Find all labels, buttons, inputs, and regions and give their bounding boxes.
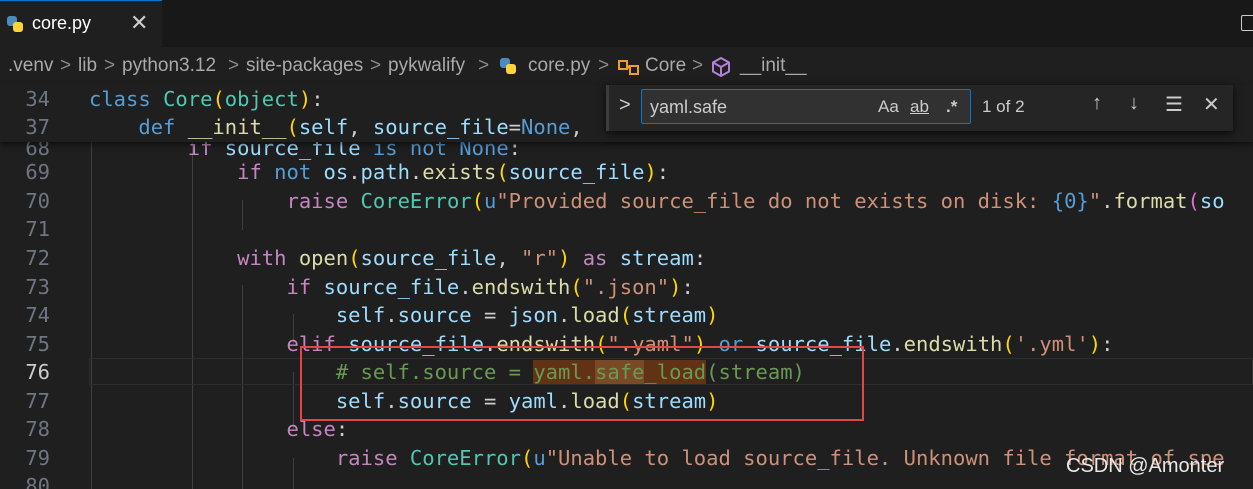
line-number: 77 (25, 389, 50, 413)
code-line: 74 self.source = json.load(stream) (0, 301, 1253, 329)
code-text: if not os.path.exists(source_file): (237, 160, 670, 184)
code-line: 71 (0, 215, 1253, 243)
match-count: 1 of 2 (982, 97, 1025, 116)
breadcrumb-item-core-py[interactable]: core.py (528, 55, 590, 77)
use-regex-toggle[interactable]: .* (946, 97, 957, 117)
breadcrumb-separator: > (692, 55, 704, 76)
next-match-arrow-down-icon[interactable]: ↓ (1129, 92, 1139, 115)
breadcrumb-item-pykwalify[interactable]: pykwalify (388, 55, 465, 77)
code-text: with open(source_file, "r") as stream: (237, 246, 707, 270)
breadcrumb-separator: > (478, 55, 490, 76)
annotation-highlight-box (300, 346, 864, 421)
tab-core-py[interactable]: core.py ✕ (0, 0, 162, 47)
code-line: 72 with open(source_file, "r") as stream… (0, 244, 1253, 272)
code-text: raise CoreError(u"Unable to load source_… (335, 446, 1225, 470)
code-text: if source_file.endswith(".json"): (286, 275, 694, 299)
line-number: 79 (25, 446, 50, 470)
python-file-icon (7, 16, 23, 32)
split-editor-icon[interactable] (1241, 15, 1253, 31)
line-number: 72 (25, 246, 50, 270)
close-icon[interactable]: ✕ (130, 10, 148, 36)
code-line: 70 raise CoreError(u"Provided source_fil… (0, 187, 1253, 215)
line-number: 78 (25, 417, 50, 441)
code-text: self.source = json.load(stream) (335, 303, 719, 327)
line-number: 34 (25, 87, 50, 111)
breadcrumb-separator: > (104, 55, 116, 76)
find-input[interactable] (650, 95, 870, 119)
breadcrumb-separator: > (370, 55, 382, 76)
breadcrumb-separator: > (60, 55, 72, 76)
line-number: 80 (25, 474, 50, 489)
code-text: raise CoreError(u"Provided source_file d… (286, 189, 1225, 213)
code-text: def __init__(self, source_file=None, (138, 115, 596, 139)
breadcrumb-item-python312[interactable]: python3.12 (122, 55, 216, 77)
find-widget: > Aa ab .* 1 of 2 ↑ ↓ ☰ ✕ (606, 85, 1233, 131)
line-number: 75 (25, 332, 50, 356)
tab-label: core.py (32, 13, 92, 33)
toggle-replace-chevron-icon[interactable]: > (619, 94, 631, 117)
breadcrumb-item-lib[interactable]: lib (78, 55, 97, 77)
code-text: class Core(object): (89, 87, 324, 111)
breadcrumb-item-site-packages[interactable]: site-packages (246, 55, 363, 77)
breadcrumb-separator: > (598, 55, 610, 76)
match-whole-word-toggle[interactable]: ab (910, 97, 929, 117)
find-in-selection-icon[interactable]: ☰ (1165, 92, 1183, 117)
python-file-icon (500, 58, 516, 74)
find-input-box[interactable]: Aa ab .* (641, 89, 971, 124)
tab-bar: core.py ✕ (0, 0, 1253, 47)
code-editor[interactable]: 68 if source_file is not None: 69 if not… (0, 85, 1253, 489)
match-case-toggle[interactable]: Aa (878, 97, 899, 117)
breadcrumb-separator: > (228, 55, 240, 76)
watermark: CSDN @Amonter (1066, 455, 1225, 477)
line-number: 73 (25, 275, 50, 299)
class-symbol-icon (618, 60, 639, 75)
breadcrumb-item-core-class[interactable]: Core (645, 55, 686, 77)
breadcrumb: .venv > lib > python3.12 > site-packages… (0, 47, 1253, 85)
code-line: 73 if source_file.endswith(".json"): (0, 273, 1253, 301)
line-number: 37 (25, 115, 50, 139)
breadcrumb-item-venv[interactable]: .venv (8, 55, 53, 77)
method-symbol-icon (712, 57, 730, 77)
previous-match-arrow-up-icon[interactable]: ↑ (1092, 92, 1102, 115)
code-line: 69 if not os.path.exists(source_file): (0, 158, 1253, 186)
line-number: 76 (25, 360, 50, 384)
breadcrumb-item-init[interactable]: __init__ (740, 55, 807, 77)
line-number: 70 (25, 189, 50, 213)
line-number: 71 (25, 217, 50, 241)
close-find-icon[interactable]: ✕ (1203, 92, 1220, 117)
line-number: 74 (25, 303, 50, 327)
line-number: 69 (25, 160, 50, 184)
